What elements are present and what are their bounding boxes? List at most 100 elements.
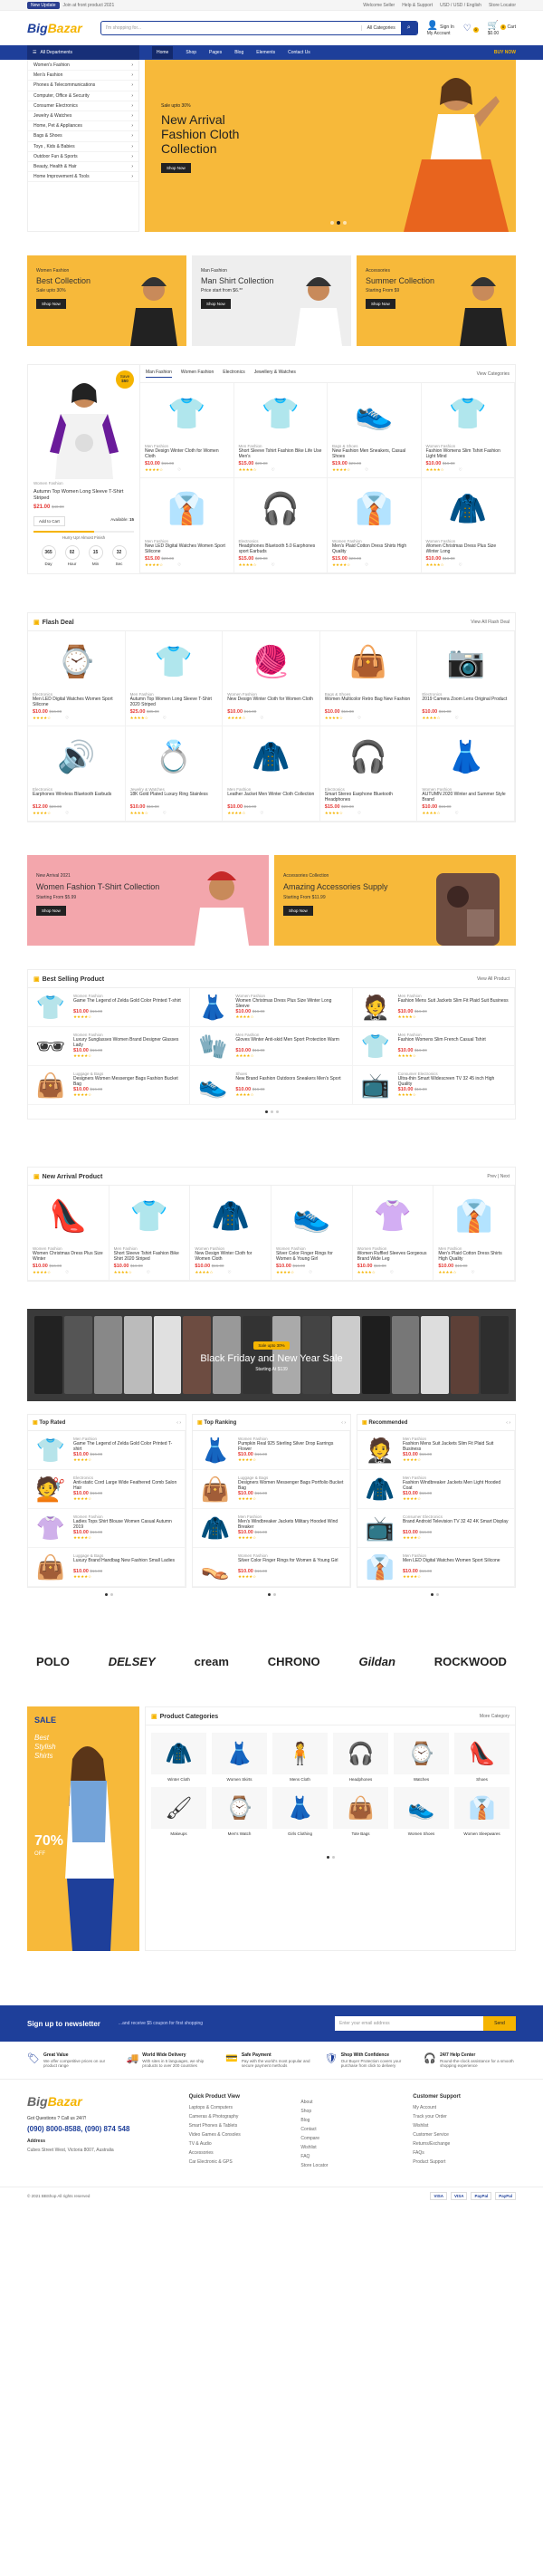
nav-item-pages[interactable]: Pages xyxy=(209,50,222,55)
product-name[interactable]: Leather Jacket Men Winter Cloth Collecti… xyxy=(227,792,315,803)
product-name[interactable]: Luxury Sunglasses Women Brand Designer G… xyxy=(73,1037,184,1048)
list-item[interactable]: 👜 Luggage & Bags Designers Women Messeng… xyxy=(193,1470,350,1509)
hero-shop-button[interactable]: Shop Now xyxy=(161,163,191,173)
product-image[interactable]: 🧶 xyxy=(227,636,315,688)
footer-link[interactable]: Store Locator xyxy=(300,2163,404,2168)
product-name[interactable]: Game The Legend of Zelda Gold Color Prin… xyxy=(73,1441,179,1452)
topbar-link[interactable]: USD / USD / English xyxy=(440,3,481,8)
product-name[interactable]: Men's Plaid Cotton Dress Shirts High Qua… xyxy=(438,1251,510,1262)
product-image[interactable]: 👕 xyxy=(145,388,229,440)
brand-logo[interactable]: ROCKWOOD xyxy=(434,1655,507,1668)
footer-link[interactable]: FAQs xyxy=(413,2150,516,2156)
department-item[interactable]: Consumer Electronics › xyxy=(28,101,138,111)
products1-card[interactable]: 👕 Men Fashion Short Sleeve Tshirt Fashio… xyxy=(233,383,328,478)
footer-link[interactable]: Blog xyxy=(300,2118,404,2123)
products1-card[interactable]: 👕 Women Fashion Fashion Womens Slim Tshi… xyxy=(421,383,515,478)
product-name[interactable]: New Fashion Men Sneakers, Casual Shoes xyxy=(332,448,416,459)
category-banner[interactable]: SALE Best Stylish Shirts 70% OFF xyxy=(27,1706,139,1951)
product-name[interactable]: Ultra-thin Smart Widescreen TV 32 45 inc… xyxy=(398,1076,509,1087)
product-name[interactable]: Women Ruffled Sleeves Gorgeous Brand Wid… xyxy=(357,1251,429,1262)
product-image[interactable]: 🧥 xyxy=(363,1475,397,1503)
category-tile[interactable]: 👠 Shoes xyxy=(454,1733,510,1782)
product-name[interactable]: Brand Android Television TV 32 42 4K Sma… xyxy=(403,1519,509,1530)
wishlist-button[interactable]: ♡ 0 xyxy=(463,24,479,34)
list-item[interactable]: 👟 Shoes New Brand Fashion Outdoors Sneak… xyxy=(190,1066,353,1105)
footer-link[interactable]: Accessories xyxy=(189,2150,292,2156)
promo-card[interactable]: Accessories Summer Collection Starting Fro… xyxy=(357,255,516,346)
products2-card[interactable]: 👕 Men Fashion Autumn Top Women Long Slee… xyxy=(125,631,224,726)
footer-logo[interactable]: BigBazar xyxy=(27,2094,180,2109)
product-image[interactable]: 🧥 xyxy=(227,731,315,783)
product-name[interactable]: New Brand Fashion Outdoors Sneakers Men'… xyxy=(235,1076,346,1087)
product-image[interactable]: 👚 xyxy=(357,1190,429,1243)
wishlist-icon[interactable]: ♡ xyxy=(455,811,459,815)
prev-button[interactable]: Prev xyxy=(487,1174,496,1179)
list-item[interactable]: 👜 Luggage & Bags Designers Women Messeng… xyxy=(28,1066,191,1105)
new_items-card[interactable]: 👚 Women Fashion Women Ruffled Sleeves Go… xyxy=(352,1186,434,1281)
wishlist-icon[interactable]: ♡ xyxy=(455,716,459,720)
footer-link[interactable]: Car Electronic & GPS xyxy=(189,2159,292,2165)
product-name[interactable]: Autumn Top Women Long Sleeve T-Shirt 202… xyxy=(130,697,218,707)
logo[interactable]: BigBazar xyxy=(27,21,82,35)
list-item[interactable]: 👗 Women Fashion Women Christmas Dress Pl… xyxy=(190,988,353,1027)
wishlist-icon[interactable]: ♡ xyxy=(390,1270,394,1274)
topbar-link[interactable]: Help & Support xyxy=(402,3,433,8)
promo-shop-button[interactable]: Shop Now xyxy=(36,299,66,309)
wishlist-icon[interactable]: ♡ xyxy=(357,811,361,815)
search-input[interactable]: I'm shopping for... xyxy=(101,25,361,31)
carousel-arrows[interactable]: ‹ › xyxy=(176,1420,181,1426)
product-name[interactable]: Men LED Digital Watches Women Sport Sili… xyxy=(403,1558,509,1569)
footer-link[interactable]: Laptops & Computers xyxy=(189,2105,292,2110)
product-image[interactable]: 👜 xyxy=(198,1475,233,1503)
brand-logo[interactable]: POLO xyxy=(36,1655,70,1668)
list-item[interactable]: 👚 Women Fashion Ladies Tops Shirt Blouse… xyxy=(28,1509,186,1548)
product-name[interactable]: Men's Plaid Cotton Dress Shirts High Qua… xyxy=(332,543,416,554)
nav-item-contact-us[interactable]: Contact Us xyxy=(288,50,310,55)
category-tile[interactable]: ⌚ Men's Watch xyxy=(212,1787,267,1836)
products2-card[interactable]: 🎧 Electronics Smart Stereo Earphone Blue… xyxy=(319,726,418,822)
product-name[interactable]: Pumpkin Real 925 Sterling Silver Drop Ea… xyxy=(238,1441,344,1452)
product-name[interactable]: New Design Winter Cloth for Women Cloth xyxy=(145,448,229,459)
footer-link[interactable]: Wishlist xyxy=(413,2123,516,2129)
product-image[interactable]: 👜 xyxy=(33,1072,68,1099)
nav-item-blog[interactable]: Blog xyxy=(234,50,243,55)
wishlist-icon[interactable]: ♡ xyxy=(472,1270,475,1274)
promo-card[interactable]: Women Fashion Best Collection Sale upto 30… xyxy=(27,255,186,346)
product-image[interactable]: 🧤 xyxy=(195,1033,230,1060)
list-item[interactable]: 👜 Luggage & Bags Luxury Brand Handbag Ne… xyxy=(28,1548,186,1587)
category-tile[interactable]: 🖌 Makeups xyxy=(151,1787,206,1836)
product-name[interactable]: Earphones Wireless Bluetooth Earbuds xyxy=(33,792,120,803)
wishlist-icon[interactable]: ♡ xyxy=(365,467,368,472)
product-image[interactable]: 👔 xyxy=(145,483,229,535)
nav-item-home[interactable]: Home xyxy=(152,46,174,59)
product-image[interactable]: 👜 xyxy=(33,1553,68,1581)
product-name[interactable]: Fashion Windbreaker Jackets Men Light Ho… xyxy=(403,1480,509,1491)
category-tile[interactable]: 🎧 Headphones xyxy=(333,1733,388,1782)
wishlist-icon[interactable]: ♡ xyxy=(65,811,69,815)
category-tile[interactable]: 👟 Women Shoes xyxy=(394,1787,449,1836)
next-button[interactable]: Next xyxy=(500,1174,510,1179)
product-name[interactable]: Anti-static Cord Large Wide Feathered Co… xyxy=(73,1480,179,1491)
product-image[interactable]: 🔊 xyxy=(33,731,120,783)
products1-card[interactable]: 🧥 Women Fashion Women Christmas Dress Pl… xyxy=(421,478,515,573)
products1-card[interactable]: 👔 Men Fashion New LED Digital Watches Wo… xyxy=(140,478,234,573)
product-name[interactable]: Fashion Womens Slim French Casual Tshirt xyxy=(398,1037,509,1048)
product-image[interactable]: 👔 xyxy=(363,1553,397,1581)
product-name[interactable]: Headphones Bluetooth 5.0 Earphones sport… xyxy=(239,543,323,554)
product-name[interactable]: Gloves Winter Anti-skid Men Sport Protec… xyxy=(235,1037,346,1048)
wishlist-icon[interactable]: ♡ xyxy=(357,716,361,720)
banner-shop-button[interactable]: Shop Now xyxy=(283,906,313,916)
product-name[interactable]: Fashion Mens Suit Jackets Slim Fit Plaid… xyxy=(398,998,509,1009)
department-item[interactable]: Outdoor Fun & Sports › xyxy=(28,152,138,162)
product-image[interactable]: 👟 xyxy=(276,1190,348,1243)
carousel-arrows[interactable]: ‹ › xyxy=(506,1420,510,1426)
product-name[interactable]: Women Multicolor Retro Bag New Fashion xyxy=(325,697,413,707)
deal-add-to-cart-button[interactable]: Add to Cart xyxy=(33,516,65,526)
view-all-flash-link[interactable]: View All Flash Deal xyxy=(471,620,510,625)
list-item[interactable]: 🧤 Men Fashion Gloves Winter Anti-skid Me… xyxy=(190,1027,353,1066)
footer-link[interactable]: Shop xyxy=(300,2109,404,2114)
product-name[interactable]: Silver Color Finger Rings for Women & Yo… xyxy=(238,1558,344,1569)
products1-card[interactable]: 👟 Bags & Shoes New Fashion Men Sneakers,… xyxy=(328,383,422,478)
list-item[interactable]: 🕶 Women Fashion Luxury Sunglasses Women … xyxy=(28,1027,191,1066)
wishlist-icon[interactable]: ♡ xyxy=(163,811,167,815)
